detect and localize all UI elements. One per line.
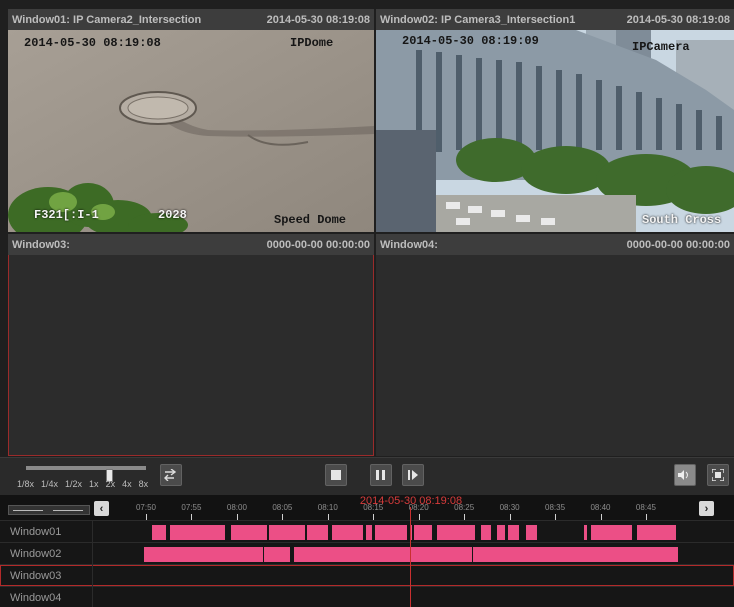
timeline-prev-button[interactable]: ‹ [94, 501, 109, 516]
window-3-title: Window03: [12, 238, 70, 251]
timeline-playhead[interactable] [410, 507, 411, 607]
video-window-1[interactable]: Window01: IP Camera2_Intersection 2014-0… [8, 9, 374, 232]
tick-label: 08:10 [317, 503, 338, 512]
window-4-title: Window04: [380, 238, 438, 251]
timeline-row-label: Window03 [0, 565, 93, 587]
tick-label: 07:50 [135, 503, 157, 512]
tick-label: 08:30 [499, 503, 520, 512]
speed-label: 1/2x [65, 479, 83, 489]
window-3-header: Window03: 0000-00-00 00:00:00 [8, 234, 374, 255]
stop-button[interactable] [325, 464, 347, 486]
video-window-2[interactable]: Window02: IP Camera3_Intersection1 2014-… [376, 9, 734, 232]
playback-control-bar: 1/8x 1/4x 1/2x 1x 2x 4x 8x [0, 457, 734, 495]
speed-label: 2x [105, 479, 116, 489]
recording-segment[interactable] [480, 525, 492, 540]
window-1-video[interactable]: 2014-05-30 08:19:08 IPDome F321[:I-1 202… [8, 30, 374, 232]
recording-segment[interactable] [306, 525, 328, 540]
recording-segment[interactable] [583, 525, 587, 540]
video-window-4[interactable]: Window04: 0000-00-00 00:00:00 [376, 234, 734, 456]
speed-label: 4x [122, 479, 132, 489]
recording-segment[interactable] [264, 547, 290, 562]
timeline-row[interactable]: Window04 [0, 586, 734, 607]
step-forward-icon [408, 470, 418, 480]
recording-segment[interactable] [414, 525, 433, 540]
recording-segment[interactable] [144, 547, 263, 562]
recording-segment[interactable] [374, 525, 407, 540]
timeline-row[interactable]: Window01 [0, 520, 734, 543]
recording-segment[interactable] [636, 525, 677, 540]
tick-label: 08:35 [545, 503, 566, 512]
tick-label: 08:40 [590, 503, 611, 512]
window-3-time: 0000-00-00 00:00:00 [266, 238, 370, 251]
window-2-title: Window02: IP Camera3_Intersection1 [380, 13, 576, 26]
window-1-osd-bottom-left: F321[:I-1 [34, 208, 99, 222]
tick-label: 08:45 [635, 503, 656, 512]
fullscreen-icon [712, 469, 724, 481]
recording-segment[interactable] [526, 525, 537, 540]
window-4-time: 0000-00-00 00:00:00 [626, 238, 730, 251]
window-2-osd-bottom-right: South Cross [642, 213, 722, 227]
window-1-osd-bottom-mid: 2028 [158, 208, 187, 222]
timeline-row[interactable]: Window02 [0, 542, 734, 565]
audio-icon [678, 470, 688, 480]
window-1-osd-time: 2014-05-30 08:19:08 [24, 36, 161, 50]
pause-button[interactable] [370, 464, 392, 486]
timeline-row-label: Window02 [0, 543, 93, 565]
timeline-row-label: Window04 [0, 587, 93, 607]
speed-slider[interactable] [26, 466, 146, 482]
window-1-title: Window01: IP Camera2_Intersection [12, 13, 202, 26]
audio-button[interactable] [674, 464, 696, 486]
recording-segment[interactable] [508, 525, 519, 540]
sync-playback-button[interactable] [160, 464, 182, 486]
window-2-video[interactable]: 2014-05-30 08:19:09 IPCamera South Cross [376, 30, 734, 232]
recording-segment[interactable] [294, 547, 472, 562]
timeline-row[interactable]: Window03 [0, 564, 734, 587]
window-1-osd-camera-name: IPDome [290, 36, 334, 50]
window-2-header: Window02: IP Camera3_Intersection1 2014-… [376, 9, 734, 30]
tick-label: 08:05 [272, 503, 293, 512]
recording-segment[interactable] [268, 525, 306, 540]
city-scene-image [376, 30, 734, 232]
speed-label: 1/8x [17, 479, 35, 489]
step-forward-button[interactable] [402, 464, 424, 486]
window-2-osd-time: 2014-05-30 08:19:09 [402, 34, 539, 48]
recording-segment[interactable] [152, 525, 166, 540]
zoom-segment [53, 510, 83, 511]
stop-icon [331, 470, 341, 480]
recording-segment[interactable] [591, 525, 633, 540]
timeline-panel: ‹ › 07:50 07:55 08:00 08:05 08:10 08:15 08:20 0… [0, 495, 734, 607]
speed-label: 1x [89, 479, 99, 489]
tick-label: 08:00 [226, 503, 247, 512]
window-2-osd-camera-name: IPCamera [632, 40, 690, 54]
timeline-current-time: 2014-05-30 08:19:08 [359, 495, 463, 507]
window-1-header: Window01: IP Camera2_Intersection 2014-0… [8, 9, 374, 30]
window-1-time: 2014-05-30 08:19:08 [266, 13, 370, 26]
recording-segment[interactable] [332, 525, 363, 540]
recording-segment[interactable] [497, 525, 506, 540]
speed-label: 1/4x [41, 479, 59, 489]
recording-segment[interactable] [230, 525, 268, 540]
window-4-header: Window04: 0000-00-00 00:00:00 [376, 234, 734, 255]
recording-segment[interactable] [436, 525, 475, 540]
window-1-osd-bottom-right: Speed Dome [274, 213, 347, 227]
road-scene-image [8, 30, 374, 232]
window-2-time: 2014-05-30 08:19:08 [626, 13, 730, 26]
speed-labels: 1/8x 1/4x 1/2x 1x 2x 4x 8x [17, 479, 155, 489]
recording-segment[interactable] [170, 525, 225, 540]
recording-segment[interactable] [365, 525, 373, 540]
sync-icon [164, 469, 177, 481]
pause-icon [376, 470, 385, 480]
tick-label: 07:55 [181, 503, 202, 512]
timeline-row-label: Window01 [0, 521, 93, 543]
timeline-zoom-control[interactable] [8, 505, 90, 515]
zoom-segment [13, 510, 43, 511]
fullscreen-button[interactable] [707, 464, 729, 486]
video-window-3[interactable]: Window03: 0000-00-00 00:00:00 [8, 234, 374, 456]
timeline-next-button[interactable]: › [699, 501, 714, 516]
recording-segment[interactable] [473, 547, 678, 562]
speed-label: 8x [138, 479, 149, 489]
